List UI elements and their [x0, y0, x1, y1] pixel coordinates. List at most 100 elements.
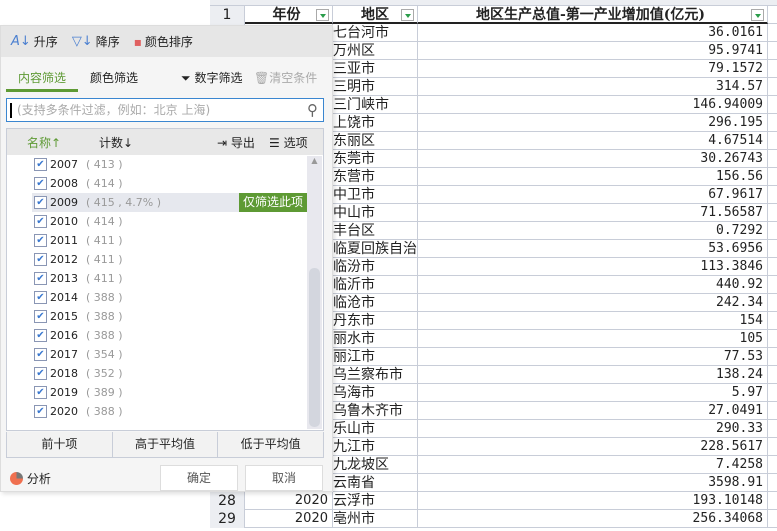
cell-region[interactable]: 九江市	[333, 438, 418, 456]
cell-region[interactable]: 临沧市	[333, 294, 418, 312]
cell-region[interactable]: 云南省	[333, 474, 418, 492]
list-item[interactable]: ✔ 2007 ( 413 )	[32, 155, 307, 174]
cell-region[interactable]: 丽水市	[333, 330, 418, 348]
ok-button[interactable]: 确定	[160, 465, 238, 491]
cell-value[interactable]: 3598.91	[418, 474, 768, 492]
cell-region[interactable]: 丹东市	[333, 312, 418, 330]
checkbox[interactable]: ✔	[34, 329, 47, 342]
above-average-button[interactable]: 高于平均值	[113, 432, 219, 457]
filter-dropdown-icon[interactable]	[401, 9, 414, 21]
cell-region[interactable]: 万州区	[333, 42, 418, 60]
export-button[interactable]: ⇥ 导出	[217, 134, 255, 151]
checkbox[interactable]: ✔	[34, 196, 47, 209]
scrollbar-thumb[interactable]	[309, 268, 320, 427]
cell-value[interactable]: 5.97	[418, 384, 768, 402]
cancel-button[interactable]: 取消	[245, 465, 323, 491]
cell-value[interactable]: 242.34	[418, 294, 768, 312]
checkbox[interactable]: ✔	[34, 253, 47, 266]
cell-region[interactable]: 乌鲁木齐市	[333, 402, 418, 420]
cell-value[interactable]: 95.9741	[418, 42, 768, 60]
list-item[interactable]: ✔ 2011 ( 411 )	[32, 231, 307, 250]
cell-value[interactable]: 440.92	[418, 276, 768, 294]
cell-value[interactable]: 71.56587	[418, 204, 768, 222]
row-number[interactable]: 29	[210, 510, 245, 528]
search-icon[interactable]: ⚲	[307, 99, 318, 121]
scroll-up-icon[interactable]: ▲	[307, 156, 322, 165]
sort-by-count[interactable]: 计数↓	[99, 134, 133, 151]
list-item[interactable]: ✔ 2009 ( 415 , 4.7% ) 仅筛选此项	[32, 193, 307, 212]
analysis-button[interactable]: 分析	[10, 470, 51, 487]
cell-region[interactable]: 乌海市	[333, 384, 418, 402]
cell-value[interactable]: 105	[418, 330, 768, 348]
cell-value[interactable]: 138.24	[418, 366, 768, 384]
list-item[interactable]: ✔ 2019 ( 389 )	[32, 383, 307, 402]
list-scrollbar[interactable]: ▲	[307, 156, 322, 429]
filter-only-this-button[interactable]: 仅筛选此项	[238, 193, 307, 212]
cell-year[interactable]: 2020	[245, 510, 333, 528]
row-number[interactable]: 1	[210, 6, 245, 24]
cell-value[interactable]: 27.0491	[418, 402, 768, 420]
checkbox[interactable]: ✔	[34, 215, 47, 228]
cell-value[interactable]: 53.6956	[418, 240, 768, 258]
cell-region[interactable]: 九龙坡区	[333, 456, 418, 474]
cell-value[interactable]: 36.0161	[418, 24, 768, 42]
cell-region[interactable]: 临夏回族自治	[333, 240, 418, 258]
cell-value[interactable]: 67.9617	[418, 186, 768, 204]
list-item[interactable]: ✔ 2014 ( 388 )	[32, 288, 307, 307]
cell-value[interactable]: 296.195	[418, 114, 768, 132]
cell-region[interactable]: 乐山市	[333, 420, 418, 438]
cell-region[interactable]: 乌兰察布市	[333, 366, 418, 384]
cell-value[interactable]: 228.5617	[418, 438, 768, 456]
list-item[interactable]: ✔ 2018 ( 352 )	[32, 364, 307, 383]
checkbox[interactable]: ✔	[34, 386, 47, 399]
checkbox[interactable]: ✔	[34, 272, 47, 285]
row-number[interactable]: 28	[210, 492, 245, 510]
cell-region[interactable]: 丽江市	[333, 348, 418, 366]
options-button[interactable]: ☰ 选项	[269, 134, 308, 151]
checkbox[interactable]: ✔	[34, 367, 47, 380]
clear-conditions-button[interactable]: 🗑清空条件	[254, 68, 317, 92]
cell-value[interactable]: 7.4258	[418, 456, 768, 474]
cell-year[interactable]: 2020	[245, 492, 333, 510]
color-sort-button[interactable]: ▪ 颜色排序	[134, 33, 193, 50]
checkbox[interactable]: ✔	[34, 234, 47, 247]
list-item[interactable]: ✔ 2017 ( 354 )	[32, 345, 307, 364]
tab-content-filter[interactable]: 内容筛选	[6, 68, 78, 92]
list-item[interactable]: ✔ 2010 ( 414 )	[32, 212, 307, 231]
top-ten-button[interactable]: 前十项	[7, 432, 113, 457]
checkbox[interactable]: ✔	[34, 310, 47, 323]
list-item[interactable]: ✔ 2020 ( 388 )	[32, 402, 307, 421]
search-input[interactable]: (支持多条件过滤，例如：北京 上海) ⚲	[6, 98, 324, 122]
cell-region[interactable]: 三亚市	[333, 60, 418, 78]
cell-region[interactable]: 中卫市	[333, 186, 418, 204]
cell-value[interactable]: 256.34068	[418, 510, 768, 528]
cell-region[interactable]: 云浮市	[333, 492, 418, 510]
list-item[interactable]: ✔ 2008 ( 414 )	[32, 174, 307, 193]
cell-region[interactable]: 东莞市	[333, 150, 418, 168]
sort-by-name[interactable]: 名称↑	[27, 134, 61, 151]
checkbox[interactable]: ✔	[34, 405, 47, 418]
cell-region[interactable]: 临沂市	[333, 276, 418, 294]
cell-value[interactable]: 314.57	[418, 78, 768, 96]
filter-dropdown-icon[interactable]	[316, 9, 329, 21]
cell-value[interactable]: 0.7292	[418, 222, 768, 240]
cell-region[interactable]: 东营市	[333, 168, 418, 186]
cell-value[interactable]: 113.3846	[418, 258, 768, 276]
cell-value[interactable]: 154	[418, 312, 768, 330]
cell-value[interactable]: 146.94009	[418, 96, 768, 114]
checkbox[interactable]: ✔	[34, 177, 47, 190]
cell-value[interactable]: 4.67514	[418, 132, 768, 150]
sort-asc-button[interactable]: A↓ 升序	[11, 33, 58, 50]
cell-region[interactable]: 三明市	[333, 78, 418, 96]
cell-value[interactable]: 156.56	[418, 168, 768, 186]
below-average-button[interactable]: 低于平均值	[218, 432, 323, 457]
cell-region[interactable]: 七台河市	[333, 24, 418, 42]
cell-value[interactable]: 30.26743	[418, 150, 768, 168]
cell-region[interactable]: 亳州市	[333, 510, 418, 528]
cell-value[interactable]: 290.33	[418, 420, 768, 438]
sort-desc-button[interactable]: ▽↓ 降序	[72, 33, 120, 50]
cell-region[interactable]: 东丽区	[333, 132, 418, 150]
list-item[interactable]: ✔ 2015 ( 388 )	[32, 307, 307, 326]
cell-region[interactable]: 三门峡市	[333, 96, 418, 114]
cell-region[interactable]: 丰台区	[333, 222, 418, 240]
